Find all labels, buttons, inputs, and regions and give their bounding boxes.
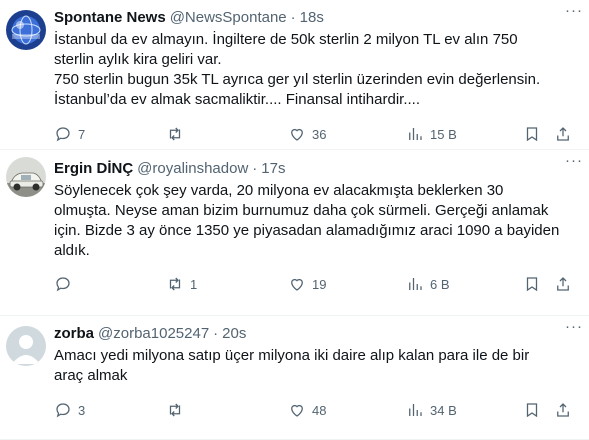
retweet-button[interactable]: 1	[166, 275, 197, 293]
tweet-text: Söylenecek çok şey varda, 20 milyona ev …	[54, 182, 560, 259]
avatar[interactable]	[6, 326, 46, 366]
more-icon[interactable]: ···	[565, 152, 583, 169]
like-button[interactable]: 48	[288, 401, 326, 419]
timestamp[interactable]: 20s	[222, 324, 246, 344]
globe-avatar-image	[6, 10, 46, 50]
reply-icon	[56, 403, 70, 418]
retweet-icon	[169, 403, 181, 417]
share-button[interactable]	[554, 401, 572, 419]
tweet-text: Amacı yedi milyona satıp üçer milyona ik…	[54, 347, 530, 384]
tweet-feed: Spontane News @NewsSpontane · 18s İstanb…	[0, 0, 589, 440]
views-count: 15 B	[430, 126, 457, 142]
display-name[interactable]: Spontane News	[54, 8, 166, 28]
share-icon	[557, 403, 569, 417]
bookmark-button[interactable]	[523, 275, 541, 293]
views-icon	[409, 404, 422, 416]
share-button[interactable]	[554, 125, 572, 143]
more-icon[interactable]: ···	[565, 318, 583, 335]
reply-button[interactable]: 7	[54, 125, 85, 143]
tweet[interactable]: Ergin DİNÇ @royalinshadow · 17s Söylenec…	[0, 150, 589, 316]
like-icon	[291, 278, 303, 291]
like-button[interactable]: 19	[288, 275, 326, 293]
views-icon	[409, 278, 422, 290]
retweet-icon	[169, 277, 181, 291]
avatar[interactable]	[6, 157, 46, 197]
views-icon	[409, 128, 422, 140]
tweet-header: Ergin DİNÇ @royalinshadow · 17s	[54, 159, 579, 179]
tweet[interactable]: zorba @zorba1025247 · 20s Amacı yedi mil…	[0, 316, 589, 440]
tweet-actions: 7 36 15 B	[54, 124, 581, 144]
tweet-header: zorba @zorba1025247 · 20s	[54, 324, 579, 344]
retweet-button[interactable]	[166, 401, 190, 419]
share-icon	[557, 127, 569, 141]
display-name[interactable]: Ergin DİNÇ	[54, 159, 133, 179]
like-count: 48	[312, 402, 327, 418]
like-count: 19	[312, 276, 327, 292]
more-icon[interactable]: ···	[565, 2, 583, 19]
bookmark-icon	[526, 277, 538, 292]
views-button[interactable]: 15 B	[406, 125, 457, 143]
tweet-text: İstanbul da ev almayın. İngiltere de 50k…	[54, 31, 541, 108]
share-button[interactable]	[554, 275, 572, 293]
bookmark-button[interactable]	[523, 401, 541, 419]
views-count: 34 B	[430, 402, 457, 418]
like-icon	[291, 404, 303, 417]
like-count: 36	[312, 126, 327, 142]
reply-count: 3	[78, 402, 86, 418]
separator-dot: ·	[252, 160, 258, 177]
tweet-actions: 3 48 34 B	[54, 400, 581, 420]
views-button[interactable]: 6 B	[406, 275, 450, 293]
reply-count: 7	[78, 126, 86, 142]
share-icon	[557, 277, 569, 291]
like-icon	[291, 128, 303, 141]
timestamp[interactable]: 18s	[300, 8, 324, 28]
car-avatar-image	[6, 157, 46, 197]
reply-button[interactable]	[54, 275, 78, 293]
retweet-button[interactable]	[166, 125, 190, 143]
tweet-header: Spontane News @NewsSpontane · 18s	[54, 8, 579, 28]
views-count: 6 B	[430, 276, 450, 292]
retweet-icon	[169, 127, 181, 141]
timestamp[interactable]: 17s	[261, 159, 285, 179]
like-button[interactable]: 36	[288, 125, 326, 143]
views-button[interactable]: 34 B	[406, 401, 457, 419]
bookmark-button[interactable]	[523, 125, 541, 143]
default-avatar-image	[6, 326, 46, 366]
user-handle[interactable]: @NewsSpontane	[170, 8, 287, 28]
reply-button[interactable]: 3	[54, 401, 85, 419]
reply-icon	[56, 127, 70, 142]
separator-dot: ·	[290, 9, 296, 26]
user-handle[interactable]: @royalinshadow	[137, 159, 248, 179]
tweet[interactable]: Spontane News @NewsSpontane · 18s İstanb…	[0, 0, 589, 150]
display-name[interactable]: zorba	[54, 324, 94, 344]
reply-icon	[56, 277, 70, 292]
user-handle[interactable]: @zorba1025247	[98, 324, 209, 344]
separator-dot: ·	[213, 325, 219, 342]
bookmark-icon	[526, 127, 538, 142]
bookmark-icon	[526, 403, 538, 418]
retweet-count: 1	[190, 276, 198, 292]
avatar[interactable]	[6, 10, 46, 50]
tweet-actions: 1 19 6 B	[54, 274, 581, 294]
